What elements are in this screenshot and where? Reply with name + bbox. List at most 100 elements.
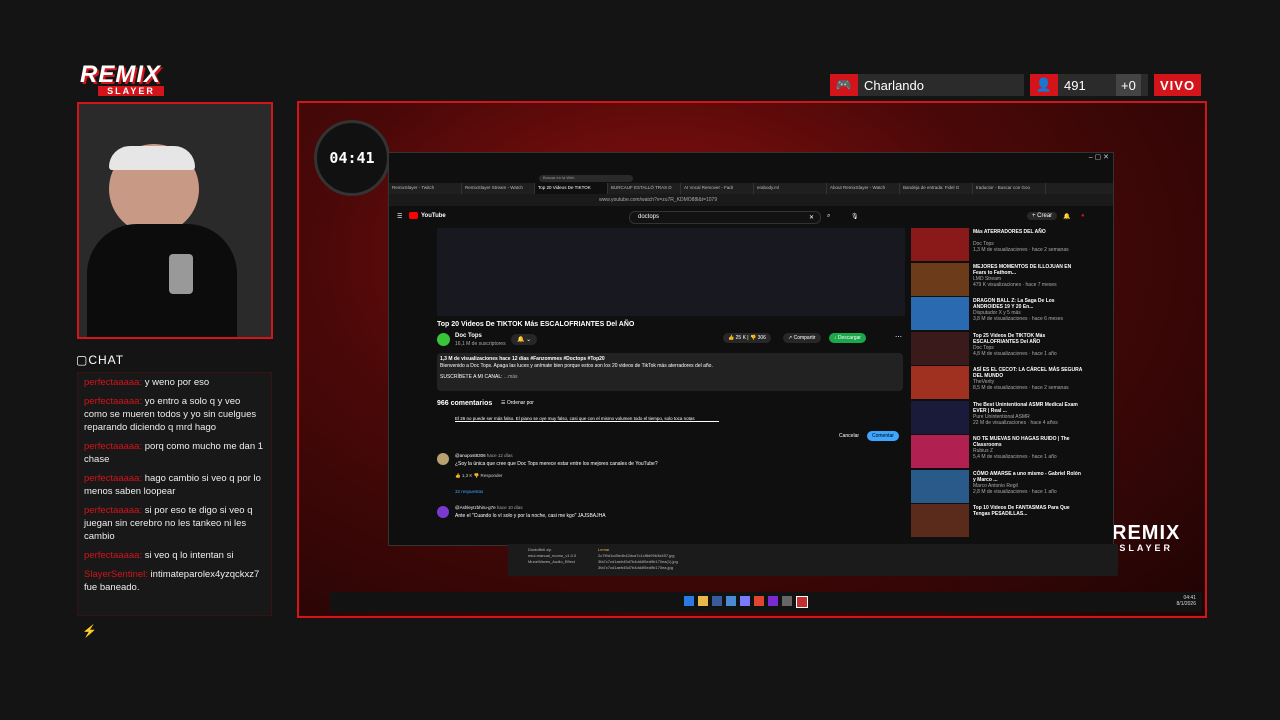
related-video-item[interactable]: Top 25 Videos De TIKTOK Más ESCALOFRIANT… [911, 331, 1091, 366]
like-button[interactable]: 👍 25 K | 👎 306 [723, 333, 771, 343]
logo-bottom: SLAYER [98, 86, 164, 96]
more-icon[interactable]: ⋯ [895, 333, 902, 341]
app-icon[interactable] [726, 596, 736, 606]
remix-slayer-logo: REMIX SLAYER [80, 63, 180, 98]
subscriber-count: 16,1 M de suscriptores [455, 341, 506, 347]
browser-tab[interactable]: Top 20 Videos De TIKTOK [535, 183, 608, 194]
comment-actions[interactable]: 👍 1,3 K 👎 Responder [455, 473, 503, 479]
related-video-item[interactable]: Top 10 Videos De FANTASMAS Para Que Teng… [911, 504, 1091, 538]
comment-button[interactable]: Comentar [867, 431, 899, 441]
file-item[interactable]: 3fa7c7cd1aeb45d7b4dd4f5ed9b170ea.jpg [598, 565, 678, 571]
related-video-item[interactable]: MEJORES MOMENTOS DE ILLOJUAN EN Fears to… [911, 262, 1091, 297]
bell-icon[interactable]: 🔔 [1063, 213, 1070, 220]
video-thumbnail[interactable] [911, 366, 969, 399]
comments-count: 966 comentarios [437, 400, 493, 407]
youtube-logo-icon[interactable] [409, 212, 418, 219]
web-search-input[interactable]: Buscar en la Web [539, 175, 633, 182]
activity-label: Charlando [864, 77, 924, 93]
viewer-count: 491 [1064, 77, 1086, 93]
tab-bar: RemixSlayer - Twitch RemixSlayer Stream … [389, 183, 1113, 194]
app-icon[interactable] [740, 596, 750, 606]
app-icon[interactable] [796, 596, 808, 608]
related-video-meta: Marco Antonio Regil 2,8 M de visualizacio… [973, 482, 1057, 495]
viewer-delta: +0 [1116, 74, 1141, 96]
related-video-item[interactable]: NO TE MUEVAS NO HAGAS RUIDO | The Classr… [911, 435, 1091, 469]
video-thumbnail[interactable] [911, 400, 969, 434]
browser-tab[interactable]: traductor - Buscar con Goo [973, 183, 1046, 194]
related-video-item[interactable]: ASÍ ES EL CECOT: LA CÁRCEL MÁS SEGURA DE… [911, 366, 1091, 400]
window-controls[interactable]: – ▢ ✕ [1089, 153, 1109, 161]
comment-text: Ante el "Cuando lo ví solo y por la noch… [455, 513, 606, 519]
related-video-meta: Doc Tops 1,3 M de visualizaciones · hace … [973, 241, 1069, 253]
address-bar[interactable]: www.youtube.com/watch?v=zu7R_KDMO88l&t=1… [389, 194, 1113, 206]
related-video-item[interactable]: CÓMO AMARSE a uno mismo - Gabriel Rolón … [911, 469, 1091, 504]
windows-icon[interactable] [684, 596, 694, 606]
video-thumbnail[interactable] [911, 228, 969, 261]
description-box[interactable]: 1,3 M de visualizaciones hace 12 días #F… [437, 353, 903, 391]
sort-button[interactable]: ☰ Ordenar por [501, 400, 534, 406]
clock[interactable]: 04:41 8/1/2026 [1177, 595, 1196, 607]
subscribed-button[interactable]: 🔔 ⌄ [511, 334, 538, 345]
commenter-avatar[interactable] [437, 453, 449, 465]
video-thumbnail[interactable] [911, 262, 969, 296]
chat-title: ▢CHAT [76, 353, 125, 367]
video-thumbnail[interactable] [911, 469, 969, 503]
browser-tab[interactable]: About RemixSlayer - Watch [827, 183, 900, 194]
related-video-meta: Disputador X y 5 más 3,8 M de visualizaci… [973, 310, 1064, 322]
browser-tab[interactable]: BURCAUF ESTALLÓ TRAS D [608, 183, 681, 194]
video-thumbnail[interactable] [911, 331, 969, 365]
avatar[interactable]: ● [1081, 213, 1085, 219]
related-video-item[interactable]: DRAGON BALL Z: La Saga De Los ANDROIDES … [911, 297, 1091, 331]
explorer-file-list: DioduBell.zip miui-manual_rcomu_v1.0.0 M… [528, 547, 576, 565]
browser-tab[interactable]: RemixSlayer - Twitch [389, 183, 462, 194]
brand-watermark: REMIX SLAYER [1112, 522, 1181, 553]
channel-name[interactable]: Doc Tops [455, 333, 482, 339]
video-thumbnail[interactable] [911, 435, 969, 468]
search-icon[interactable]: ⌕ [827, 213, 830, 220]
related-video-title: CÓMO AMARSE a uno mismo - Gabriel Rolón … [973, 470, 1081, 483]
download-button[interactable]: ↓ Descargar [829, 333, 866, 343]
steam-icon[interactable] [712, 596, 722, 606]
folder-icon[interactable] [698, 596, 708, 606]
channel-avatar[interactable] [437, 333, 450, 346]
related-video-meta: Pure Unintentional ASMR 22 M de visualiza… [973, 413, 1058, 426]
app-icon[interactable] [782, 596, 792, 606]
related-video-item[interactable]: The Best Unintentional ASMR Medical Exam… [911, 400, 1091, 435]
user-icon: 👤 [1030, 74, 1058, 96]
youtube-header: ☰ YouTube doctops ✕ ⌕ 🎙 + Crear 🔔 ● [389, 208, 1113, 226]
replies-toggle[interactable]: 32 respuestas [455, 489, 483, 494]
related-video-meta: Rubius Z 5,4 M de visualizaciones · hace … [973, 448, 1057, 460]
browser-tab[interactable]: Bandeja de entrada: Fidel G [900, 183, 973, 194]
video-thumbnail[interactable] [911, 504, 969, 537]
mic-icon[interactable]: 🎙 [851, 213, 859, 220]
related-video-meta: LMD Stream 479 K visualizaciones · hace 7… [973, 275, 1057, 288]
browser-icon[interactable] [754, 596, 764, 606]
create-button[interactable]: + Crear [1027, 212, 1058, 220]
share-button[interactable]: ↗ Compartir [783, 333, 821, 343]
video-thumbnail[interactable] [911, 297, 969, 330]
comment-author: @anopost8306 hace 12 días [455, 453, 513, 458]
cancel-button[interactable]: Cancelar [839, 433, 859, 439]
browser-tab[interactable]: RemixSlayer Stream - Watch [462, 183, 535, 194]
twitch-icon[interactable] [768, 596, 778, 606]
gamepad-icon: 🎮 [830, 74, 858, 96]
related-video-item[interactable]: Más ATERRADORES DEL AÑO Doc Tops 1,3 M de … [911, 228, 1091, 262]
related-video-meta: Doc Tops 4,8 M de visualizaciones · hace … [973, 344, 1057, 357]
related-video-title: Top 25 Videos De TIKTOK Más ESCALOFRIANT… [973, 332, 1046, 345]
commenter-avatar[interactable] [437, 506, 449, 518]
microphone [169, 254, 193, 294]
video-player[interactable] [437, 228, 905, 316]
comment-input[interactable]: El 26 no puede ser más falso. El piano s… [455, 416, 719, 422]
browser-tab[interactable]: AI Vocal Remover - Fadr [681, 183, 754, 194]
youtube-search-input[interactable]: doctops ✕ [629, 211, 821, 224]
comment-text: ¿Soy la única que cree que Doc Tops mere… [455, 461, 658, 467]
menu-icon[interactable]: ☰ [397, 213, 402, 220]
related-video-title: Top 10 Videos De FANTASMAS Para Que Teng… [973, 505, 1070, 517]
browser-tab[interactable]: erabody.ml [754, 183, 827, 194]
file-item[interactable]: MuneWaves_Audio_Effect [528, 559, 576, 565]
clear-icon[interactable]: ✕ [809, 214, 814, 221]
chat-message: perfectaaaaa: hago cambio si veo q por l… [84, 473, 261, 497]
browser-window: – ▢ ✕ Buscar en la Web RemixSlayer - Twi… [388, 152, 1114, 546]
chat-bubble-icon: ▢ [76, 353, 89, 367]
related-video-title: The Best Unintentional ASMR Medical Exam… [973, 401, 1078, 414]
